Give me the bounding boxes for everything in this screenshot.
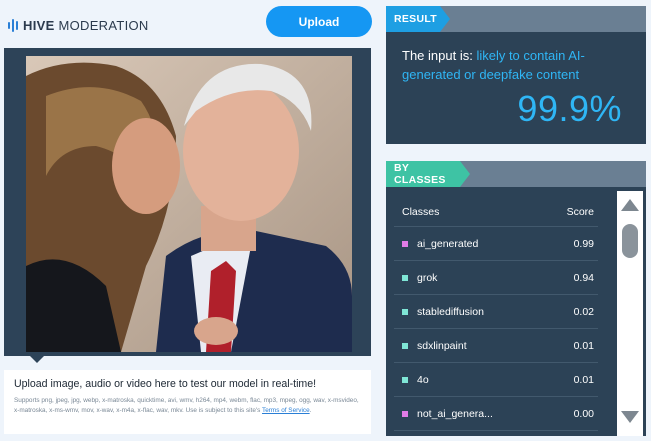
classes-scrollbar[interactable] [617,191,643,436]
logo-text: HIVE MODERATION [23,18,149,33]
col-score: Score [566,205,594,218]
hive-logo[interactable]: HIVE MODERATION [8,16,149,34]
result-panel: RESULT The input is: likely to contain A… [386,6,646,144]
class-score: 0.01 [573,373,594,386]
class-row: not_ai_genera... 0.00 [394,397,598,431]
class-name: stablediffusion [417,305,484,318]
by-classes-tag: BY CLASSES [386,161,470,187]
media-preview [4,48,371,356]
class-name: 4o [417,373,429,386]
class-row: sdxlinpaint 0.01 [394,329,598,363]
logo-brand: HIVE [23,17,55,33]
class-color-swatch [402,410,408,417]
result-score: 99.9% [517,88,622,129]
class-score: 0.99 [573,237,594,250]
preview-pointer [30,356,44,363]
upload-button[interactable]: Upload [266,6,372,37]
class-name: grok [417,271,438,284]
classes-table: Classes Score ai_generated 0.99 grok 0.9… [394,197,598,431]
supported-formats-text: Supports png, jpeg, jpg, webp, x-matrosk… [14,396,361,415]
classes-panel-header: BY CLASSES [386,161,646,187]
upload-info-box: Upload image, audio or video here to tes… [4,370,371,434]
classes-panel: BY CLASSES Classes Score ai_generated 0.… [386,161,646,436]
classes-table-header: Classes Score [394,197,598,227]
class-name: sdxlinpaint [417,339,467,352]
logo-product: MODERATION [58,17,149,33]
scroll-thumb[interactable] [622,224,638,258]
class-row: stablediffusion 0.02 [394,295,598,329]
col-classes: Classes [402,205,440,218]
class-score: 0.02 [573,305,594,318]
class-score: 0.01 [573,339,594,352]
terms-of-service-link[interactable]: Terms of Service [262,407,310,414]
scroll-up-icon[interactable] [621,199,639,211]
uploaded-image [26,56,352,352]
class-color-swatch [402,376,408,383]
result-panel-header: RESULT [386,6,646,32]
result-prefix: The input is: [402,48,477,63]
result-text: The input is: likely to contain AI-gener… [402,46,638,84]
class-color-swatch [402,240,408,247]
class-color-swatch [402,342,408,349]
hive-logo-icon [8,18,18,32]
class-row: 4o 0.01 [394,363,598,397]
class-name: ai_generated [417,237,479,250]
class-color-swatch [402,308,408,315]
scroll-down-icon[interactable] [621,411,639,423]
upload-info-title: Upload image, audio or video here to tes… [14,378,317,390]
class-score: 0.94 [573,271,594,284]
result-tag: RESULT [386,6,450,32]
class-row: grok 0.94 [394,261,598,295]
class-name: not_ai_genera... [417,407,493,420]
class-score: 0.00 [573,407,594,420]
class-color-swatch [402,274,408,281]
terms-end: . [309,406,312,414]
class-row: ai_generated 0.99 [394,227,598,261]
